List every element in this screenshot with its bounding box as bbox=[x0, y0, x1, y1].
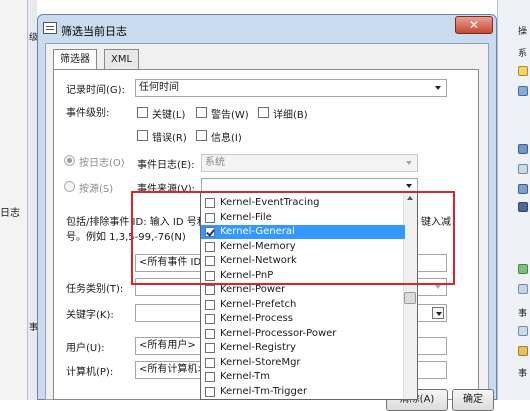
actions-pane-label: 事 bbox=[518, 369, 528, 379]
event-logs-select[interactable]: 系统 bbox=[201, 154, 418, 172]
event-logs-label: 事件日志(E): bbox=[137, 160, 195, 171]
background-column-strip bbox=[27, 0, 37, 400]
source-label: Kernel-Process bbox=[220, 313, 293, 324]
by-log-label: 按日志(O) bbox=[79, 158, 125, 169]
source-label: Kernel-Tm-Trigger bbox=[220, 385, 308, 397]
folder-icon[interactable] bbox=[518, 66, 528, 76]
source-checkbox[interactable] bbox=[205, 343, 215, 353]
actions-pane: 操 系 事 事 bbox=[497, 0, 530, 400]
source-item[interactable]: Kernel-Power bbox=[201, 283, 405, 297]
keywords-label: 关键字(K): bbox=[66, 310, 114, 321]
warning-label: 警告(W) bbox=[211, 110, 249, 121]
source-label: Kernel-StoreMgr bbox=[220, 356, 301, 368]
event-logs-value: 系统 bbox=[205, 157, 225, 168]
tab-xml[interactable]: XML bbox=[104, 49, 140, 69]
save-icon[interactable] bbox=[518, 202, 528, 212]
by-log-radio[interactable] bbox=[64, 155, 75, 166]
user-label: 用户(U): bbox=[66, 343, 105, 354]
source-item[interactable]: Kernel-StoreMgr bbox=[201, 356, 405, 370]
arrow-down-icon[interactable] bbox=[518, 86, 528, 96]
source-checkbox[interactable] bbox=[205, 299, 215, 310]
source-label: Kernel-Prefetch bbox=[220, 298, 297, 310]
close-button[interactable]: ✕ bbox=[455, 16, 493, 34]
actions-pane-label: 系 bbox=[518, 49, 528, 59]
source-checkbox[interactable] bbox=[205, 328, 215, 339]
actions-pane-header: 操 bbox=[518, 27, 528, 37]
by-source-radio[interactable] bbox=[64, 181, 75, 192]
dialog-icon bbox=[43, 22, 57, 34]
critical-checkbox[interactable] bbox=[137, 107, 148, 118]
source-checkbox[interactable] bbox=[205, 285, 215, 295]
chevron-down-icon bbox=[403, 157, 415, 169]
critical-label: 关键(L) bbox=[152, 110, 186, 121]
view-icon[interactable] bbox=[518, 284, 528, 294]
find-icon[interactable] bbox=[518, 184, 528, 194]
event-properties-icon[interactable] bbox=[518, 326, 528, 336]
source-label: Kernel-Tm bbox=[220, 371, 270, 382]
source-label: Kernel-Processor-Power bbox=[220, 327, 337, 339]
source-checkbox[interactable] bbox=[205, 386, 215, 397]
properties-icon[interactable] bbox=[518, 164, 528, 174]
highlight-box bbox=[131, 191, 455, 285]
information-checkbox[interactable] bbox=[196, 130, 207, 141]
verbose-label: 详细(B) bbox=[273, 110, 308, 121]
user-value: <所有用户> bbox=[139, 340, 196, 351]
source-item[interactable]: Kernel-Process bbox=[201, 312, 405, 326]
attach-task-icon[interactable] bbox=[518, 346, 528, 356]
logged-select[interactable]: 任何时间 bbox=[135, 79, 447, 97]
tab-filter[interactable]: 筛选器 bbox=[53, 49, 97, 70]
computer-value: <所有计算机> bbox=[139, 364, 206, 375]
logged-label: 记录时间(G): bbox=[66, 85, 125, 96]
background-left-text: 日志 bbox=[0, 208, 20, 219]
source-item[interactable]: Kernel-Tm bbox=[201, 370, 405, 384]
refresh-icon[interactable] bbox=[518, 264, 528, 274]
ok-button[interactable]: 确定 bbox=[452, 389, 494, 411]
source-checkbox[interactable] bbox=[205, 357, 215, 368]
information-label: 信息(I) bbox=[211, 133, 242, 144]
dialog-title: 筛选当前日志 bbox=[61, 25, 127, 38]
actions-pane-label: 事 bbox=[518, 309, 528, 319]
scrollbar-thumb[interactable] bbox=[404, 292, 416, 304]
verbose-checkbox[interactable] bbox=[258, 107, 269, 118]
error-checkbox[interactable] bbox=[137, 130, 148, 141]
source-checkbox[interactable] bbox=[205, 314, 215, 324]
chevron-down-icon bbox=[432, 82, 444, 94]
source-item[interactable]: Kernel-Prefetch bbox=[201, 298, 405, 312]
source-checkbox[interactable] bbox=[205, 372, 215, 382]
error-label: 错误(R) bbox=[152, 133, 187, 144]
chevron-down-icon bbox=[432, 307, 444, 319]
filter-icon[interactable] bbox=[518, 144, 528, 154]
source-item[interactable]: Kernel-Tm-Trigger bbox=[201, 385, 405, 399]
source-item[interactable]: Kernel-Registry bbox=[201, 341, 405, 355]
source-label: Kernel-Registry bbox=[220, 342, 296, 353]
source-item[interactable]: Kernel-Processor-Power bbox=[201, 327, 405, 341]
task-category-label: 任务类别(T): bbox=[66, 284, 124, 295]
computer-label: 计算机(P): bbox=[66, 367, 114, 378]
source-label: Kernel-Power bbox=[220, 284, 286, 295]
by-source-label: 按源(S) bbox=[79, 184, 114, 195]
warning-checkbox[interactable] bbox=[196, 107, 207, 118]
event-level-label: 事件级别: bbox=[66, 108, 110, 119]
logged-value: 任何时间 bbox=[139, 82, 179, 93]
